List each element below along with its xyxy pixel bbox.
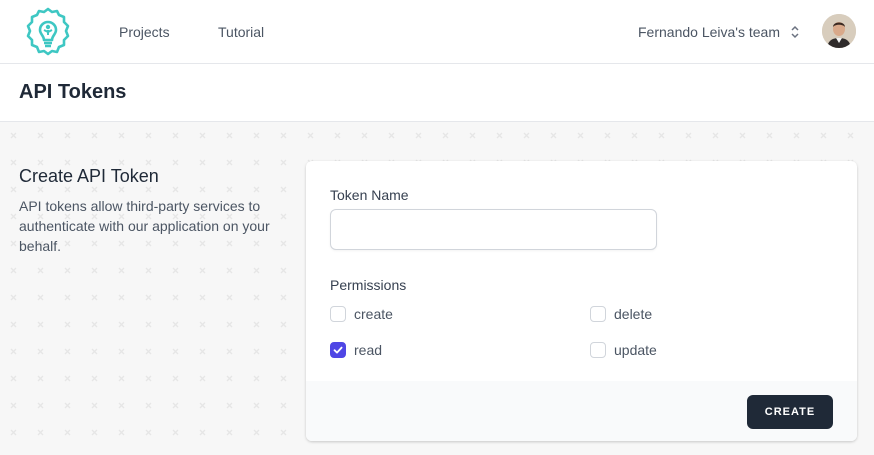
avatar-image-icon bbox=[822, 14, 856, 48]
checkmark-icon bbox=[333, 346, 343, 354]
permission-label-create: create bbox=[354, 306, 393, 322]
create-button[interactable]: CREATE bbox=[747, 395, 833, 429]
token-name-input[interactable] bbox=[330, 209, 657, 250]
permission-delete[interactable]: delete bbox=[590, 306, 652, 322]
create-token-card: Token Name Permissions create delete rea… bbox=[306, 161, 857, 441]
checkbox-create[interactable] bbox=[330, 306, 346, 322]
token-name-label: Token Name bbox=[330, 187, 409, 203]
team-switcher[interactable]: Fernando Leiva's team bbox=[638, 24, 800, 40]
permission-label-delete: delete bbox=[614, 306, 653, 322]
page-header: API Tokens bbox=[0, 64, 874, 122]
card-footer: CREATE bbox=[306, 381, 857, 441]
lightbulb-logo-icon[interactable] bbox=[22, 6, 74, 58]
section-description: API tokens allow third-party services to… bbox=[19, 198, 270, 254]
permission-label-update: update bbox=[614, 342, 657, 358]
user-avatar[interactable] bbox=[822, 14, 856, 48]
top-navbar: Projects Tutorial Fernando Leiva's team bbox=[0, 0, 874, 64]
checkbox-read[interactable] bbox=[330, 342, 346, 358]
permission-label-read: read bbox=[354, 342, 383, 358]
section-intro: Create API Token API tokens allow third-… bbox=[19, 166, 289, 256]
permission-create[interactable]: create bbox=[330, 306, 393, 322]
nav-link-tutorial[interactable]: Tutorial bbox=[218, 24, 264, 40]
permission-update[interactable]: update bbox=[590, 342, 657, 358]
permission-read[interactable]: read bbox=[330, 342, 382, 358]
card-body: Token Name Permissions create delete rea… bbox=[306, 161, 857, 381]
section-title: Create API Token bbox=[19, 166, 159, 186]
page-title: API Tokens bbox=[19, 81, 127, 103]
permissions-label: Permissions bbox=[330, 277, 407, 293]
team-name: Fernando Leiva's team bbox=[638, 24, 780, 40]
checkbox-delete[interactable] bbox=[590, 306, 606, 322]
nav-link-projects[interactable]: Projects bbox=[119, 24, 170, 40]
main-content: Create API Token API tokens allow third-… bbox=[0, 122, 874, 455]
chevron-up-down-icon bbox=[791, 25, 799, 39]
checkbox-update[interactable] bbox=[590, 342, 606, 358]
